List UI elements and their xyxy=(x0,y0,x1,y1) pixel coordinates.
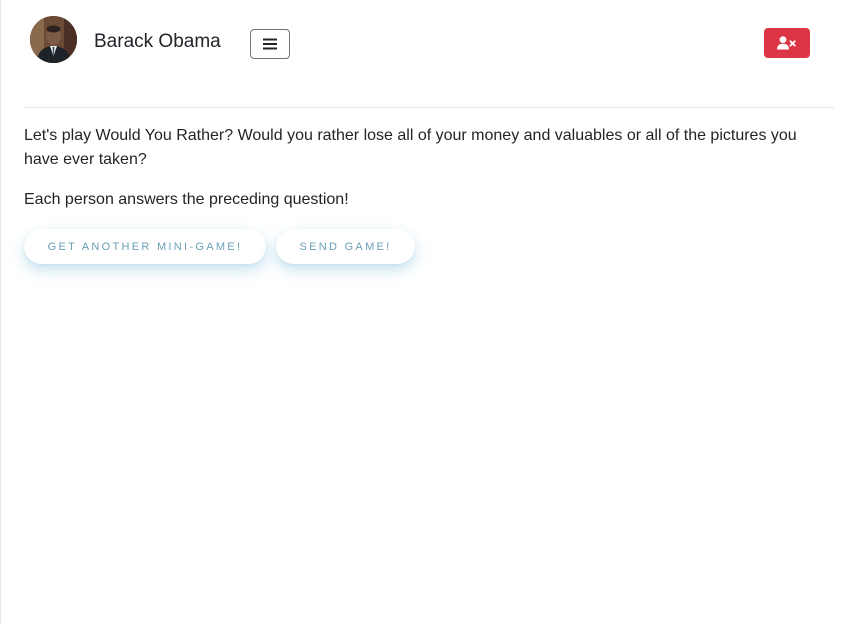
page: Barack Obama Let's play Would You Rather… xyxy=(0,0,848,624)
instruction-text: Each person answers the preceding questi… xyxy=(24,191,349,208)
menu-toggle-button[interactable] xyxy=(250,29,290,59)
remove-friend-button[interactable] xyxy=(764,28,810,58)
avatar-image xyxy=(30,16,77,63)
get-another-mini-game-button[interactable]: GET ANOTHER MINI-GAME! xyxy=(24,229,266,264)
divider xyxy=(24,107,834,108)
header: Barack Obama xyxy=(1,0,848,90)
user-name: Barack Obama xyxy=(94,31,221,52)
question-text: Let's play Would You Rather? Would you r… xyxy=(24,127,797,168)
avatar[interactable] xyxy=(30,16,77,63)
hamburger-icon xyxy=(263,38,277,50)
send-game-button[interactable]: SEND GAME! xyxy=(276,229,415,264)
user-times-icon xyxy=(777,36,796,50)
